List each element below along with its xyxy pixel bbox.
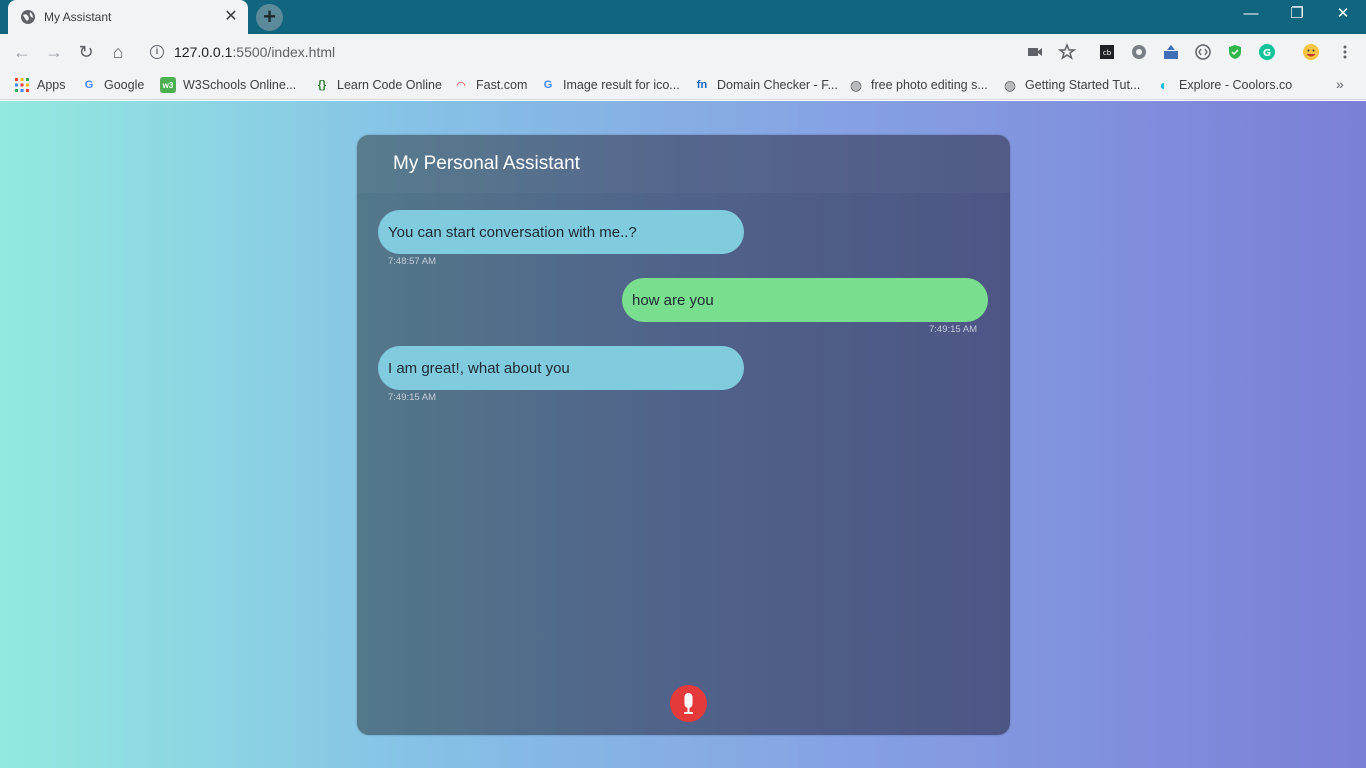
- message-text: how are you: [632, 291, 714, 309]
- bot-message: I am great!, what about you: [378, 346, 744, 390]
- browser-toolbar: ← → ↻ ⌂ i 127.0.0.1:5500/index.html cb G: [0, 34, 1366, 70]
- fn-icon: fn: [696, 79, 708, 91]
- globe-icon: [21, 10, 35, 24]
- bookmark-label: W3Schools Online...: [183, 78, 297, 92]
- code-extension-icon[interactable]: [1194, 43, 1212, 61]
- bookmark-label: Fast.com: [476, 78, 528, 92]
- bookmark-w3schools[interactable]: w3 W3Schools Online...: [160, 76, 296, 94]
- bookmark-label: Explore - Coolors.co: [1179, 78, 1293, 92]
- new-tab-button[interactable]: +: [256, 4, 283, 31]
- svg-text:G: G: [1263, 48, 1271, 59]
- bookmark-photo-editing[interactable]: ◍ free photo editing s...: [848, 76, 988, 94]
- microphone-icon: [684, 693, 693, 714]
- bookmark-label: Image result for ico...: [563, 78, 680, 92]
- tab-close-icon[interactable]: ✕: [222, 8, 240, 26]
- bookmark-label: Apps: [37, 78, 66, 92]
- bot-message: You can start conversation with me..?: [378, 210, 744, 254]
- forward-icon[interactable]: →: [42, 40, 66, 64]
- url-host: 127.0.0.1: [174, 44, 233, 60]
- star-icon[interactable]: [1058, 43, 1076, 61]
- cb-extension-icon[interactable]: cb: [1098, 43, 1116, 61]
- bookmarks-more-icon[interactable]: »: [1336, 76, 1344, 92]
- browser-titlebar: My Assistant ✕ + — ❐ ✕: [0, 0, 1366, 34]
- grammarly-icon[interactable]: G: [1258, 43, 1276, 61]
- browser-tab[interactable]: My Assistant ✕: [8, 0, 248, 34]
- upload-extension-icon[interactable]: [1162, 43, 1180, 61]
- tab-title: My Assistant: [44, 10, 112, 24]
- message-time: 7:48:57 AM: [388, 256, 437, 267]
- bookmark-label: Google: [104, 78, 145, 92]
- bookmarks-bar: Apps G Google w3 W3Schools Online... {} …: [0, 70, 1366, 100]
- shield-icon[interactable]: [1226, 43, 1244, 61]
- message-time: 7:49:15 AM: [929, 324, 978, 335]
- w3schools-icon: w3: [160, 77, 176, 93]
- url-text[interactable]: 127.0.0.1:5500/index.html: [174, 44, 335, 60]
- assistant-header: My Personal Assistant: [357, 135, 1010, 193]
- user-message: how are you: [622, 278, 988, 322]
- url-path: :5500/index.html: [232, 44, 336, 60]
- profile-avatar-icon[interactable]: [1302, 43, 1320, 61]
- apps-grid-icon: [15, 78, 29, 92]
- message-text: You can start conversation with me..?: [388, 223, 637, 241]
- minimize-icon[interactable]: —: [1228, 0, 1274, 30]
- bookmark-domain-checker[interactable]: fn Domain Checker - F...: [694, 76, 838, 94]
- bookmark-apps[interactable]: Apps: [14, 76, 66, 94]
- reload-icon[interactable]: ↻: [74, 40, 98, 64]
- page-background: My Personal Assistant You can start conv…: [0, 101, 1366, 768]
- bookmark-getting-started[interactable]: ◍ Getting Started Tut...: [1002, 76, 1140, 94]
- fast-icon: ◠: [456, 79, 466, 92]
- menu-kebab-icon[interactable]: [1336, 43, 1354, 61]
- message-time: 7:49:15 AM: [388, 392, 437, 403]
- bookmark-label: Domain Checker - F...: [717, 78, 838, 92]
- bookmark-coolors[interactable]: ◐ Explore - Coolors.co: [1156, 76, 1292, 94]
- bookmark-label: free photo editing s...: [871, 78, 988, 92]
- svg-text:cb: cb: [1103, 49, 1112, 57]
- camera-icon[interactable]: [1026, 43, 1044, 61]
- google-icon: G: [543, 79, 553, 91]
- google-icon: G: [84, 79, 94, 91]
- globe-icon: ◍: [849, 76, 863, 93]
- globe-icon: ◍: [1003, 76, 1017, 93]
- code-icon: {}: [317, 79, 327, 91]
- bookmark-label: Getting Started Tut...: [1025, 78, 1141, 92]
- bookmark-label: Learn Code Online: [337, 78, 442, 92]
- bookmark-learn-code[interactable]: {} Learn Code Online: [314, 76, 442, 94]
- bookmark-image-result[interactable]: G Image result for ico...: [540, 76, 680, 94]
- coolors-icon: ◐: [1159, 77, 1169, 93]
- message-text: I am great!, what about you: [388, 359, 570, 377]
- back-icon[interactable]: ←: [10, 40, 34, 64]
- assistant-panel: My Personal Assistant You can start conv…: [357, 135, 1010, 735]
- page-title: My Personal Assistant: [393, 153, 580, 174]
- window-close-icon[interactable]: ✕: [1320, 0, 1366, 30]
- bookmark-google[interactable]: G Google: [81, 76, 145, 94]
- address-bar[interactable]: i 127.0.0.1:5500/index.html: [140, 38, 1210, 66]
- info-icon[interactable]: i: [150, 45, 164, 59]
- home-icon[interactable]: ⌂: [106, 40, 130, 64]
- settings-extension-icon[interactable]: [1130, 43, 1148, 61]
- bookmark-fast[interactable]: ◠ Fast.com: [453, 76, 528, 94]
- microphone-button[interactable]: [670, 685, 707, 722]
- restore-icon[interactable]: ❐: [1274, 0, 1320, 30]
